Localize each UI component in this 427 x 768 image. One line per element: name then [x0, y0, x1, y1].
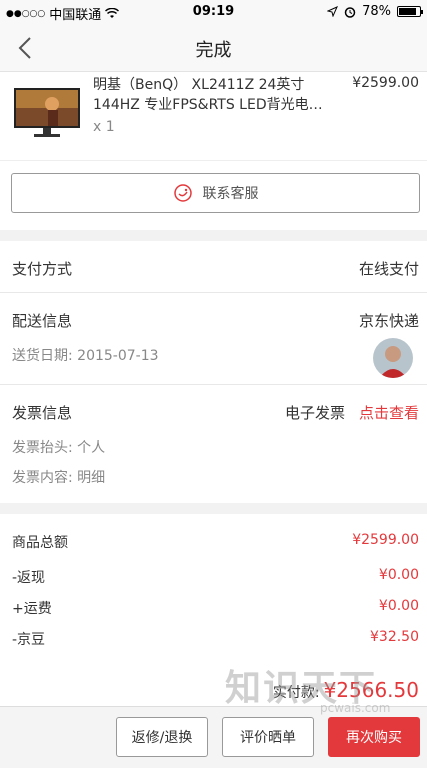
alarm-icon: [344, 6, 356, 18]
invoice-title: 发票抬头: 个人: [12, 440, 106, 456]
courier-avatar[interactable]: [373, 338, 413, 378]
page-title: 完成: [195, 40, 232, 61]
amount-value: ¥0.00: [378, 567, 419, 583]
delivery-carrier: 京东快递: [358, 312, 419, 330]
amount-row: -返现 ¥0.00: [0, 567, 427, 597]
amount-row: -京豆 ¥32.50: [0, 629, 427, 659]
product-price: ¥2599.00: [352, 75, 419, 91]
product-thumbnail[interactable]: [12, 82, 82, 142]
delivery-date: 送货日期: 2015-07-13: [12, 348, 159, 364]
divider: [0, 384, 427, 385]
contact-service-button[interactable]: 联系客服: [11, 173, 420, 213]
amount-label: -返现: [12, 570, 46, 586]
review-button[interactable]: 评价晒单: [222, 717, 314, 757]
amount-row: 商品总额 ¥2599.00: [0, 532, 427, 562]
battery-percent: 78%: [362, 4, 391, 19]
total-label: 实付款:: [272, 685, 320, 701]
amount-value: ¥0.00: [378, 598, 419, 614]
battery-icon: [397, 6, 423, 17]
invoice-type: 电子发票: [284, 404, 345, 422]
status-right: 78%: [327, 4, 423, 19]
product-name[interactable]: 明基（BenQ） XL2411Z 24英寸144HZ 专业FPS&RTS LED…: [93, 75, 343, 115]
status-bar: ●●○○○ 中国联通 09:19 78%: [0, 0, 427, 24]
amount-value: ¥32.50: [370, 629, 419, 645]
rebuy-button[interactable]: 再次购买: [328, 717, 420, 757]
location-icon: [327, 6, 339, 17]
nav-bar: 完成: [0, 24, 427, 72]
bottom-action-bar: 返修/退换 评价晒单 再次购买: [0, 706, 427, 768]
amount-label: +运费: [12, 601, 52, 617]
product-item[interactable]: 明基（BenQ） XL2411Z 24英寸144HZ 专业FPS&RTS LED…: [0, 72, 427, 160]
product-quantity: x 1: [93, 119, 115, 135]
invoice-view-link[interactable]: 点击查看: [359, 402, 419, 423]
delivery-info-label: 配送信息: [12, 312, 73, 330]
amount-label: 商品总额: [12, 535, 68, 551]
amount-label: -京豆: [12, 632, 46, 648]
service-area: 联系客服: [0, 160, 427, 230]
order-info-section: [0, 241, 427, 503]
amount-row: +运费 ¥0.00: [0, 598, 427, 628]
customer-service-icon: [173, 184, 192, 202]
payment-method-value: 在线支付: [358, 260, 419, 278]
repair-return-button[interactable]: 返修/退换: [116, 717, 208, 757]
payment-method-label: 支付方式: [12, 260, 73, 278]
contact-service-label: 联系客服: [202, 186, 259, 202]
total-value: ¥2566.50: [323, 678, 419, 702]
invoice-info-label: 发票信息: [12, 404, 73, 422]
amount-value: ¥2599.00: [352, 532, 419, 548]
invoice-content: 发票内容: 明细: [12, 470, 106, 486]
divider: [0, 292, 427, 293]
total-paid: 实付款: ¥2566.50: [273, 678, 419, 702]
